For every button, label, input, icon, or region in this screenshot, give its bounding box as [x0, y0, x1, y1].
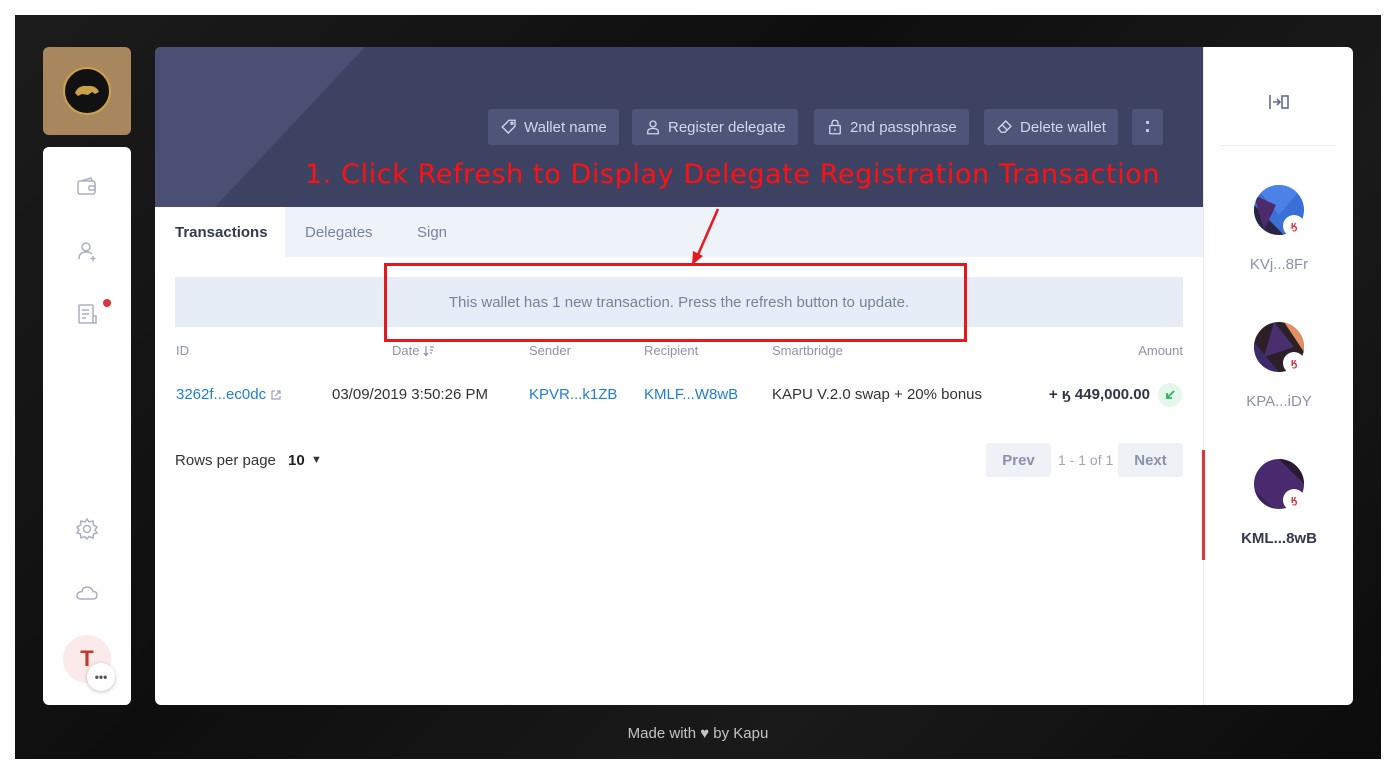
- wallets-sidebar: ӄ KVj...8Fr ӄ KPA...iDY ӄ KML...8wB: [1202, 47, 1354, 705]
- active-wallet-indicator: [1202, 450, 1205, 560]
- annotation-arrow: [692, 208, 720, 265]
- eraser-icon: [997, 120, 1012, 133]
- rows-per-page-select[interactable]: 10: [288, 452, 305, 469]
- wallet-label-1[interactable]: KVj...8Fr: [1204, 256, 1354, 273]
- next-page-button[interactable]: Next: [1118, 443, 1183, 477]
- external-link-icon: [271, 389, 281, 400]
- page-info: 1 - 1 of 1: [1058, 452, 1114, 468]
- delete-wallet-label: Delete wallet: [1020, 118, 1106, 136]
- kapu-badge-icon: ӄ: [1283, 489, 1305, 511]
- received-arrow-icon: [1158, 383, 1182, 407]
- recipient-link[interactable]: KMLF...W8wB: [644, 386, 738, 403]
- sort-desc-icon: [424, 345, 435, 356]
- annotation-highlight-box: [384, 263, 967, 342]
- column-recipient: Recipient: [644, 343, 699, 358]
- wallet-label-2[interactable]: KPA...iDY: [1204, 393, 1354, 410]
- transaction-id-link[interactable]: 3262f...ec0dc: [176, 386, 282, 403]
- wallet-name-label: Wallet name: [524, 118, 607, 136]
- transaction-amount: + ӄ 449,000.00: [1048, 386, 1150, 403]
- caret-down-icon[interactable]: ▼: [311, 454, 322, 466]
- profile-more-button[interactable]: •••: [87, 663, 115, 691]
- kapu-badge-icon: ӄ: [1283, 215, 1305, 237]
- register-delegate-label: Register delegate: [668, 118, 786, 136]
- kapu-badge-icon: ӄ: [1283, 352, 1305, 374]
- register-delegate-button[interactable]: Register delegate: [632, 109, 798, 145]
- app-frame: T ••• Wallet name Register delegate 2nd …: [15, 15, 1381, 759]
- column-amount: Amount: [1138, 343, 1183, 358]
- add-contact-icon[interactable]: [75, 239, 99, 263]
- logo-emblem: [63, 67, 111, 115]
- column-smartbridge: Smartbridge: [772, 343, 843, 358]
- tab-delegates[interactable]: Delegates: [305, 207, 373, 257]
- collapse-sidebar-icon[interactable]: [1267, 92, 1291, 112]
- lock-icon: [829, 119, 841, 135]
- notification-dot: [103, 299, 111, 307]
- tag-icon: [501, 119, 516, 134]
- rows-per-page-label: Rows per page: [175, 452, 276, 469]
- second-passphrase-button[interactable]: 2nd passphrase: [814, 109, 969, 145]
- column-date[interactable]: Date: [392, 343, 435, 358]
- wallet-label-3[interactable]: KML...8wB: [1204, 530, 1354, 547]
- tabs-bar: Transactions Delegates Sign: [155, 207, 1203, 257]
- settings-gear-icon[interactable]: [75, 517, 99, 541]
- tab-transactions[interactable]: Transactions: [155, 207, 285, 257]
- cloud-icon[interactable]: [75, 581, 99, 605]
- column-id: ID: [176, 343, 189, 358]
- transaction-date: 03/09/2019 3:50:26 PM: [332, 386, 488, 403]
- wallet-header: Wallet name Register delegate 2nd passph…: [155, 47, 1203, 207]
- delete-wallet-button[interactable]: Delete wallet: [984, 109, 1118, 145]
- document-icon[interactable]: [75, 302, 99, 326]
- prev-page-button[interactable]: Prev: [986, 443, 1051, 477]
- user-icon: [647, 120, 659, 135]
- footer-text: Made with ♥ by Kapu: [627, 725, 769, 742]
- column-sender: Sender: [529, 343, 571, 358]
- wallet-name-button[interactable]: Wallet name: [488, 109, 619, 145]
- app-logo[interactable]: [43, 47, 131, 135]
- column-date-label: Date: [392, 343, 420, 358]
- more-options-button[interactable]: ⁚: [1132, 109, 1163, 145]
- transaction-id: 3262f...ec0dc: [176, 386, 267, 403]
- tab-sign[interactable]: Sign: [417, 207, 447, 257]
- wallet-icon[interactable]: [75, 175, 99, 199]
- main-panel: Wallet name Register delegate 2nd passph…: [155, 47, 1203, 705]
- smartbridge-text: KAPU V.2.0 swap + 20% bonus: [772, 386, 982, 403]
- boar-logo-icon: [75, 85, 99, 96]
- left-sidebar-nav: T •••: [43, 147, 131, 705]
- sender-link[interactable]: KPVR...k1ZB: [529, 386, 617, 403]
- second-passphrase-label: 2nd passphrase: [850, 118, 957, 136]
- annotation-text: 1. Click Refresh to Display Delegate Reg…: [305, 159, 1161, 190]
